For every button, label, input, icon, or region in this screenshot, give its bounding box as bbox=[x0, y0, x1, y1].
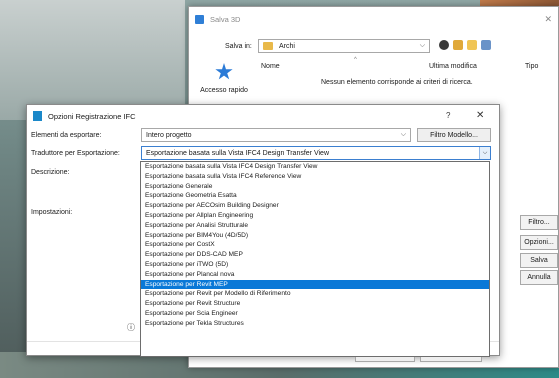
translator-options-list[interactable]: Esportazione basata sulla Vista IFC4 Des… bbox=[140, 161, 490, 357]
dropdown-option[interactable]: Esportazione per Revit per Modello di Ri… bbox=[141, 289, 489, 299]
options-button[interactable]: Opzioni... bbox=[520, 235, 558, 250]
star-icon bbox=[215, 63, 233, 80]
folder-icon bbox=[263, 42, 273, 50]
chevron-down-icon: ⌵ bbox=[479, 147, 490, 159]
cancel-button[interactable]: Annulla bbox=[520, 270, 558, 285]
revit-icon bbox=[33, 111, 42, 121]
save-in-row: Salva in: Archi ⌵ bbox=[189, 39, 558, 55]
ifc-dialog-titlebar: Opzioni Registrazione IFC ? ✕ bbox=[27, 105, 499, 127]
translator-dropdown[interactable]: Esportazione basata sulla Vista IFC4 Des… bbox=[141, 146, 491, 160]
empty-message: Nessun elemento corrisponde ai criteri d… bbox=[321, 79, 473, 86]
elements-dropdown[interactable]: Intero progetto ⌵ bbox=[141, 128, 411, 142]
quick-access-item[interactable]: Accesso rapido bbox=[195, 63, 253, 94]
elements-value: Intero progetto bbox=[146, 131, 192, 139]
save-dialog-titlebar: Salva 3D ✕ bbox=[189, 7, 558, 31]
app-icon bbox=[195, 14, 204, 24]
save-dialog-title: Salva 3D bbox=[210, 14, 241, 24]
dropdown-option[interactable]: Esportazione per Plancal nova bbox=[141, 270, 489, 280]
info-icon[interactable]: ⓘ bbox=[127, 322, 135, 333]
chevron-down-icon: ⌵ bbox=[419, 42, 425, 49]
close-icon[interactable]: ✕ bbox=[476, 110, 484, 121]
column-name[interactable]: Nome bbox=[261, 63, 280, 70]
dropdown-option[interactable]: Esportazione per iTWO (5D) bbox=[141, 260, 489, 270]
column-type[interactable]: Tipo bbox=[525, 63, 538, 70]
nav-toolbar bbox=[439, 40, 491, 50]
back-icon[interactable] bbox=[439, 40, 449, 50]
save-button[interactable]: Salva bbox=[520, 253, 558, 268]
ifc-dialog-title: Opzioni Registrazione IFC bbox=[48, 111, 136, 121]
translator-label: Traduttore per Esportazione: bbox=[31, 150, 120, 157]
dropdown-option[interactable]: Esportazione per Tekla Structures bbox=[141, 319, 489, 329]
up-folder-icon[interactable] bbox=[453, 40, 463, 50]
description-label: Descrizione: bbox=[31, 169, 70, 176]
dropdown-option[interactable]: Esportazione per BIM4You (4D/5D) bbox=[141, 231, 489, 241]
settings-label: Impostazioni: bbox=[31, 209, 73, 216]
background-left-panel bbox=[0, 0, 185, 120]
sort-arrow-icon: ^ bbox=[354, 57, 357, 63]
elements-label: Elementi da esportare: bbox=[31, 132, 102, 139]
dropdown-option[interactable]: Esportazione per Revit MEP bbox=[141, 279, 489, 290]
model-filter-button[interactable]: Filtro Modello... bbox=[417, 128, 491, 142]
help-icon[interactable]: ? bbox=[446, 111, 450, 120]
save-in-value: Archi bbox=[279, 42, 295, 50]
close-icon[interactable]: ✕ bbox=[544, 14, 552, 25]
dropdown-option[interactable]: Esportazione per Analisi Strutturale bbox=[141, 221, 489, 231]
quick-access-label: Accesso rapido bbox=[200, 87, 248, 94]
new-folder-icon[interactable] bbox=[467, 40, 477, 50]
dropdown-option[interactable]: Esportazione basata sulla Vista IFC4 Des… bbox=[141, 162, 489, 172]
dropdown-option[interactable]: Esportazione per Scia Engineer bbox=[141, 309, 489, 319]
dropdown-option[interactable]: Esportazione basata sulla Vista IFC4 Ref… bbox=[141, 172, 489, 182]
view-menu-icon[interactable] bbox=[481, 40, 491, 50]
dropdown-option[interactable]: Esportazione per Revit Structure bbox=[141, 299, 489, 309]
dropdown-option[interactable]: Esportazione per AECOsim Building Design… bbox=[141, 201, 489, 211]
chevron-down-icon: ⌵ bbox=[400, 131, 406, 138]
dropdown-option[interactable]: Esportazione per CostX bbox=[141, 240, 489, 250]
save-in-label: Salva in: bbox=[225, 43, 252, 50]
dropdown-option[interactable]: Esportazione Geometria Esatta bbox=[141, 191, 489, 201]
dropdown-option[interactable]: Esportazione per Allplan Engineering bbox=[141, 211, 489, 221]
filter-button[interactable]: Filtro... bbox=[520, 215, 558, 230]
dropdown-option[interactable]: Esportazione per DDS-CAD MEP bbox=[141, 250, 489, 260]
translator-value: Esportazione basata sulla Vista IFC4 Des… bbox=[146, 149, 330, 157]
column-modified[interactable]: Ultima modifica bbox=[429, 63, 477, 70]
dropdown-option[interactable]: Esportazione Generale bbox=[141, 182, 489, 192]
save-in-dropdown[interactable]: Archi ⌵ bbox=[258, 39, 430, 53]
